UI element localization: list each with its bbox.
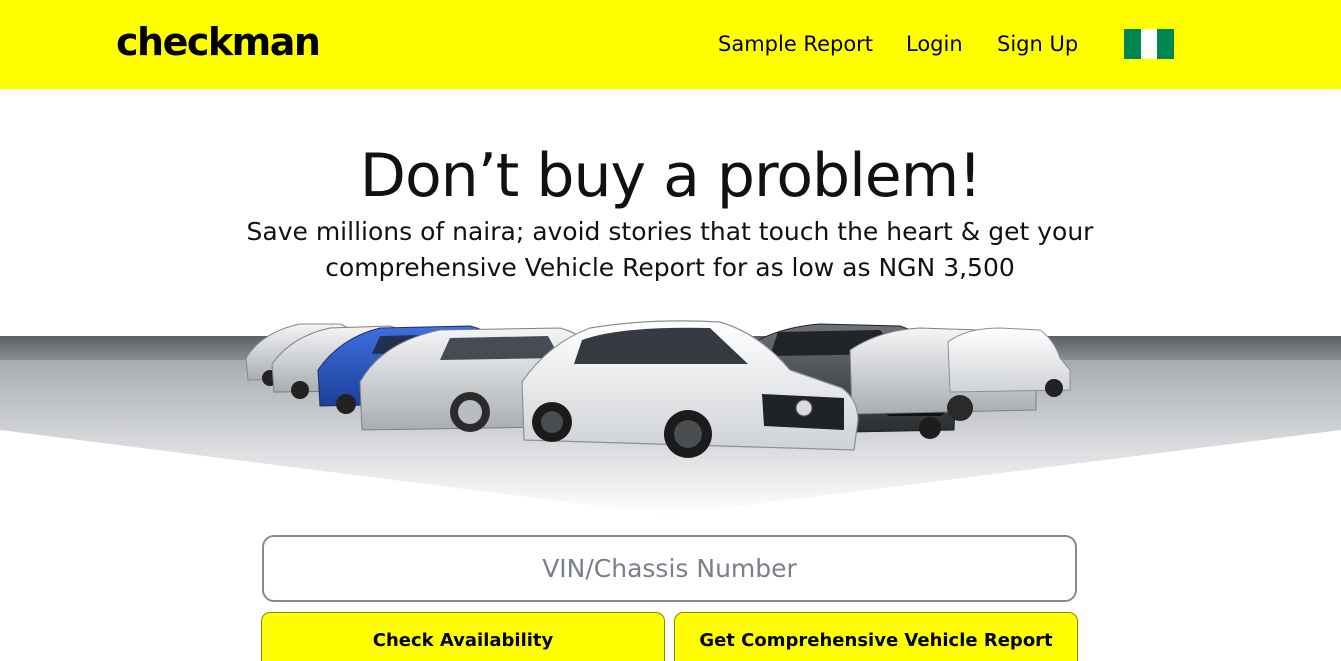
nav-sign-up-link[interactable]: Sign Up [997, 30, 1078, 58]
nav-sample-report-link[interactable]: Sample Report [718, 30, 873, 58]
checkman-logo[interactable]: checkman [116, 18, 321, 66]
flag-green-band-left [1124, 29, 1141, 59]
nigeria-flag-icon[interactable] [1124, 29, 1175, 59]
cars-hero-image [0, 320, 1341, 515]
nav-login-link[interactable]: Login [906, 30, 963, 58]
check-availability-button[interactable]: Check Availability [261, 612, 665, 661]
hero-headline: Don’t buy a problem! [359, 141, 982, 211]
top-navbar: checkman Sample Report Login Sign Up [0, 0, 1341, 89]
flag-green-band-right [1157, 29, 1175, 59]
flag-white-band [1140, 29, 1158, 59]
vin-chassis-number-input[interactable] [262, 535, 1077, 602]
hero-subheadline: Save millions of naira; avoid stories th… [246, 217, 1094, 282]
get-comprehensive-report-button[interactable]: Get Comprehensive Vehicle Report [674, 612, 1078, 661]
